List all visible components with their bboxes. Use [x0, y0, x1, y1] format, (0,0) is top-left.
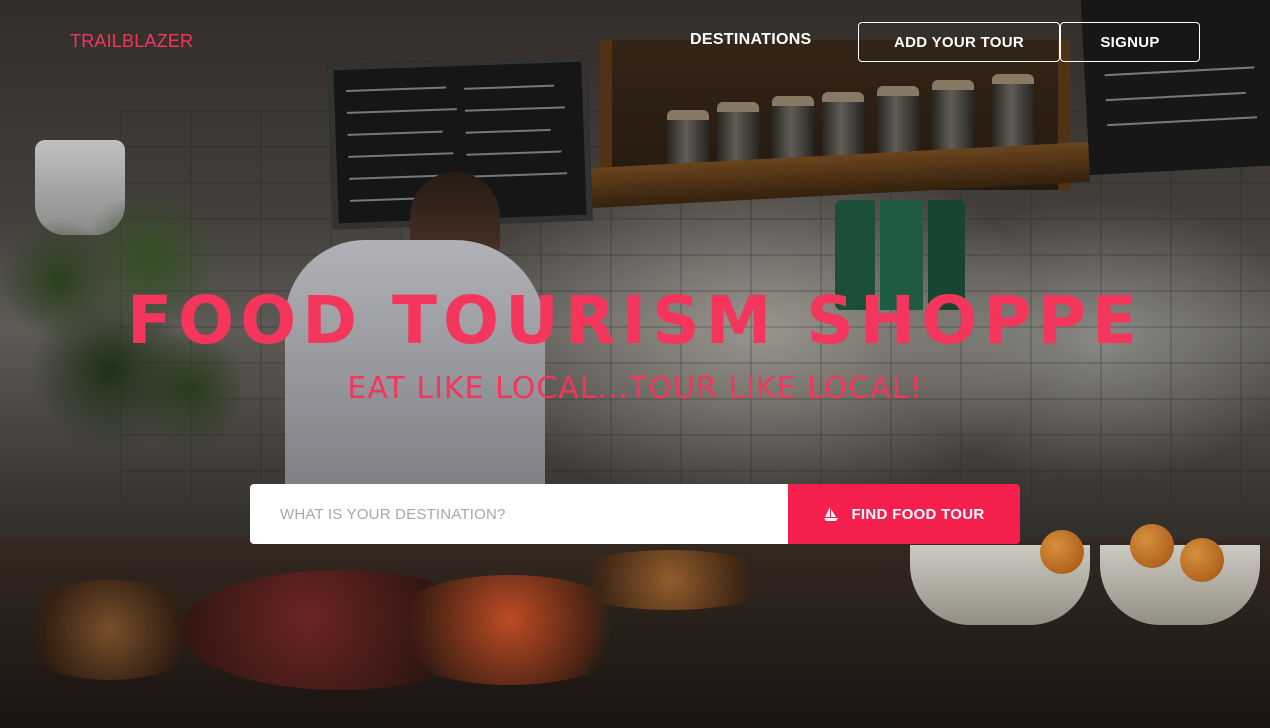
navbar: TRAILBLAZER DESTINATIONS ADD YOUR TOUR S… [0, 0, 1270, 84]
sailboat-icon [823, 506, 839, 522]
find-food-tour-label: FIND FOOD TOUR [851, 505, 985, 523]
nav-link-destinations[interactable]: DESTINATIONS [690, 31, 812, 49]
hero-subtitle: EAT LIKE LOCAL...TOUR LIKE LOCAL! [347, 371, 923, 406]
search-form: FIND FOOD TOUR [250, 484, 1020, 544]
add-your-tour-button[interactable]: ADD YOUR TOUR [858, 22, 1060, 62]
brand-logo[interactable]: TRAILBLAZER [70, 31, 193, 52]
hero-title: FOOD TOURISM SHOPPE [126, 282, 1144, 359]
destination-search-input[interactable] [250, 484, 788, 544]
hero-background-image [0, 0, 1270, 728]
find-food-tour-button[interactable]: FIND FOOD TOUR [788, 484, 1020, 544]
signup-button[interactable]: SIGNUP [1060, 22, 1200, 62]
